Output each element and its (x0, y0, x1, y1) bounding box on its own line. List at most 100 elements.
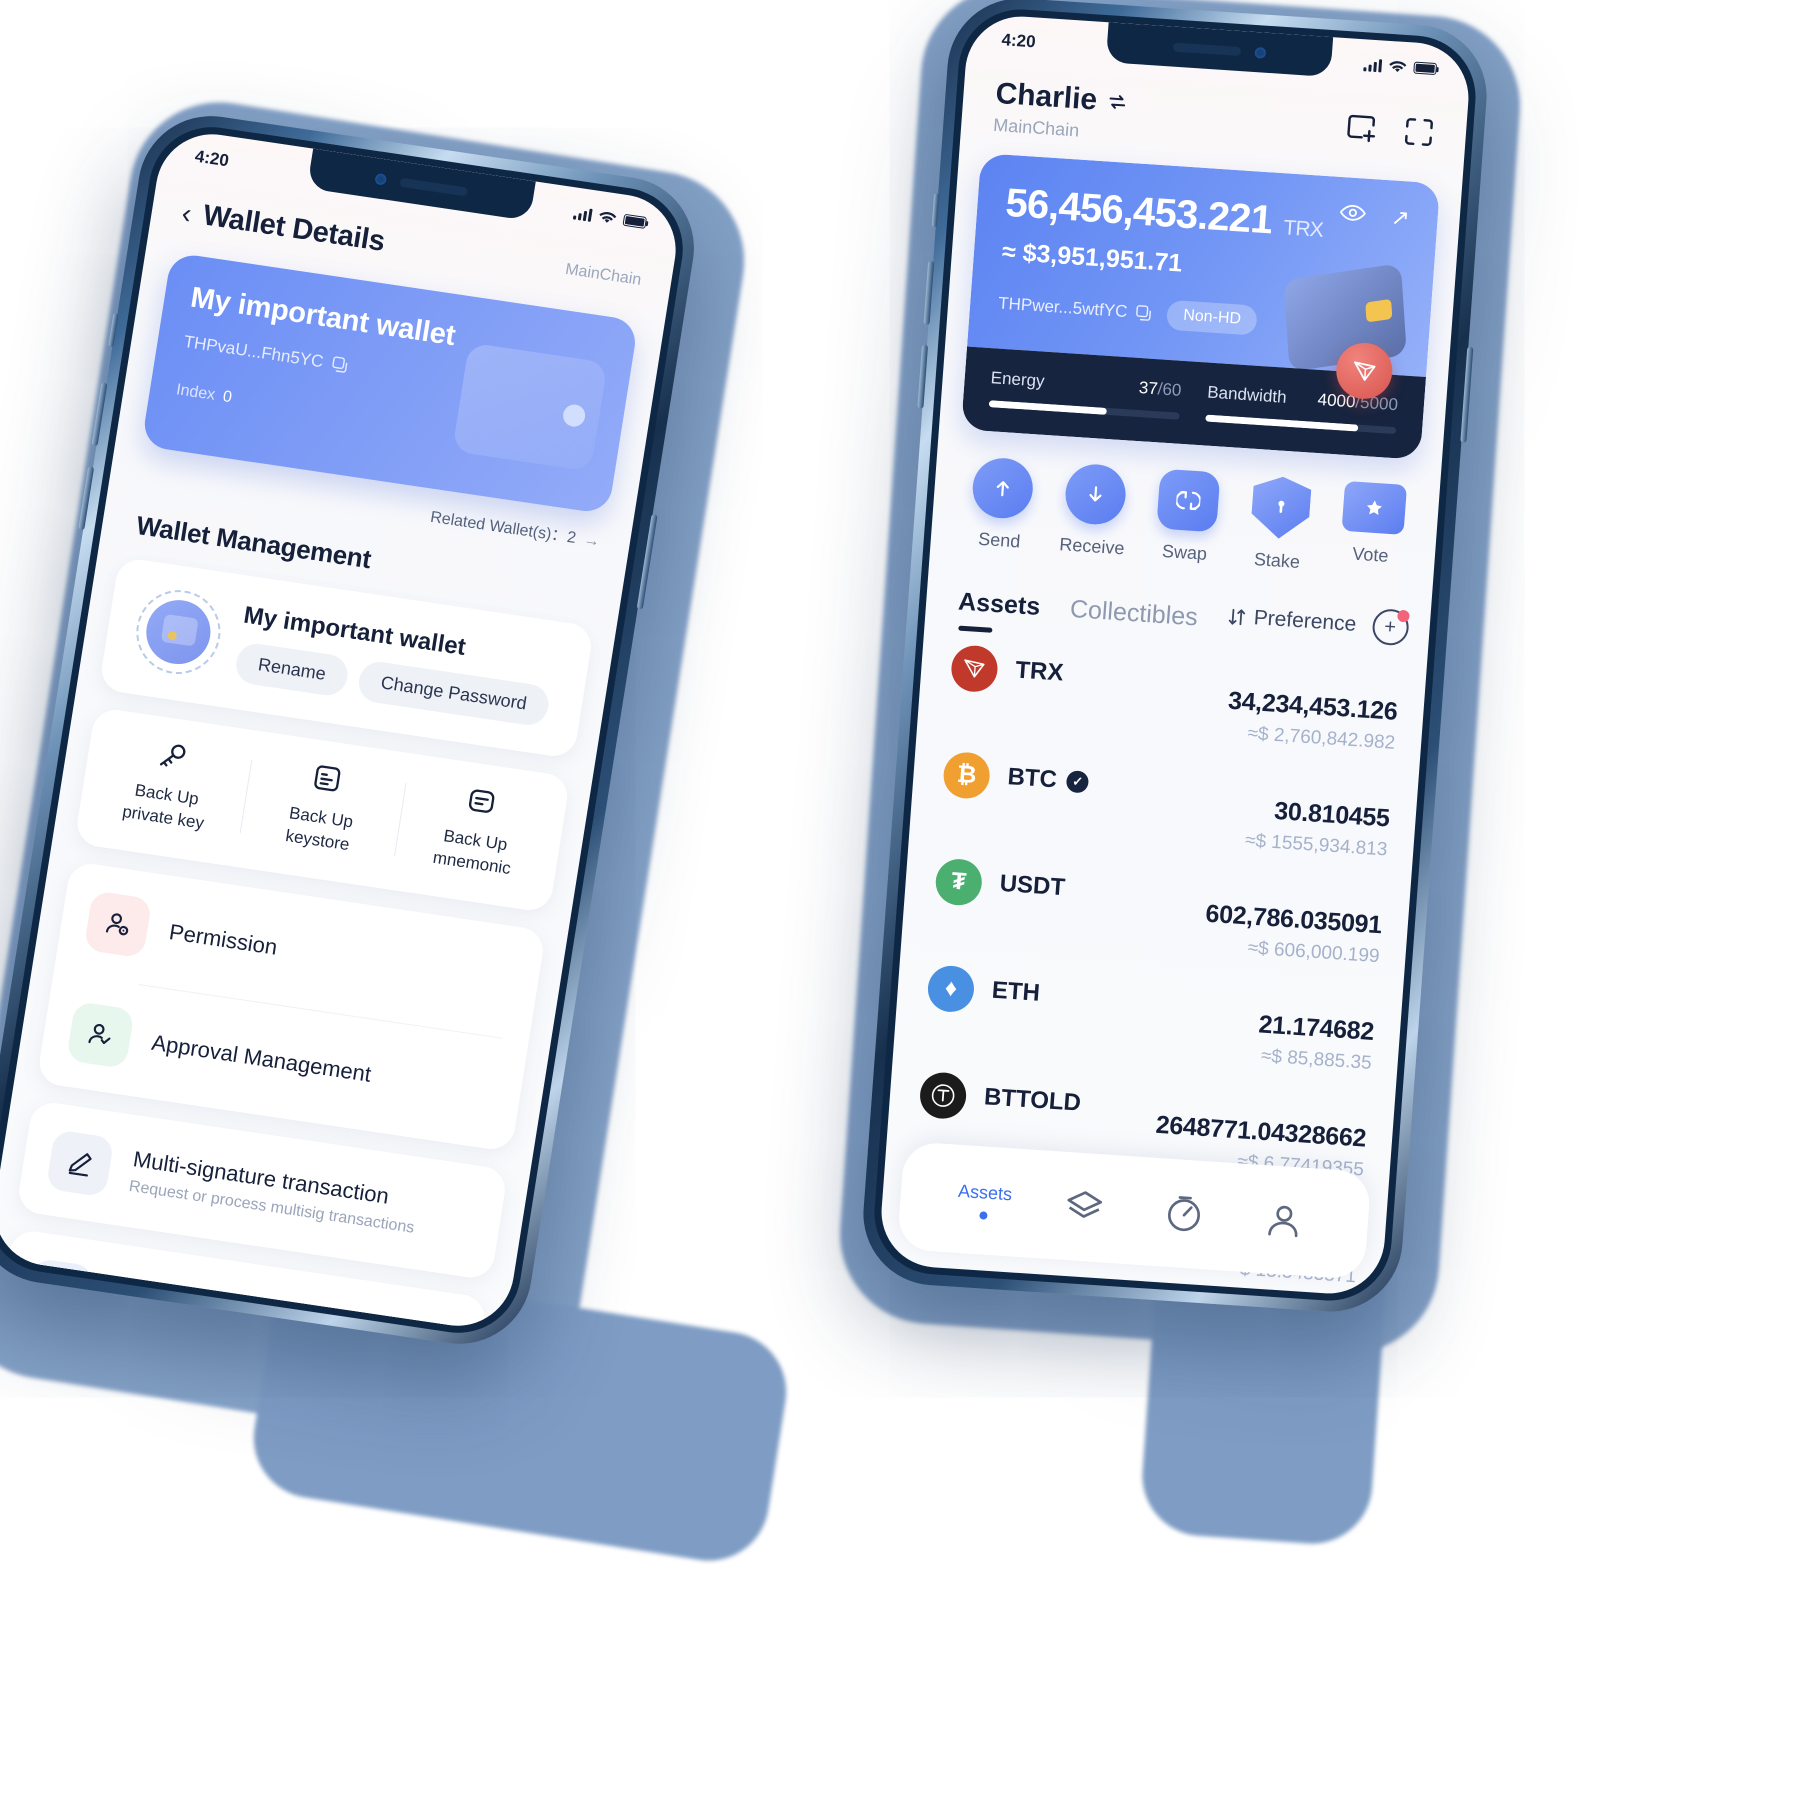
wallet-avatar-icon (130, 584, 227, 680)
approval-user-icon (66, 1000, 135, 1069)
balance-card: ↗ 56,456,453.221 TRX ≈ $3,951,951.71 THP… (960, 153, 1441, 460)
earpiece-speaker (399, 177, 469, 197)
pencil-icon (45, 1129, 115, 1198)
asset-symbol: BTC (1006, 763, 1058, 794)
add-wallet-icon[interactable] (1343, 110, 1379, 146)
permission-user-icon (83, 890, 153, 959)
profile-icon (1268, 1205, 1298, 1238)
tabbar-item-assets[interactable]: Assets (933, 1179, 1035, 1223)
copy-icon[interactable] (331, 355, 350, 374)
asset-usd: ≈$ 85,885.35 (1260, 1045, 1373, 1074)
menu-item-permission-label: Permission (167, 918, 280, 960)
bittorrent-coin-icon (918, 1071, 968, 1121)
ticket-star-icon (1341, 480, 1407, 535)
switch-account-icon[interactable] (1106, 91, 1127, 112)
status-time: 4:20 (193, 146, 231, 171)
menu-item-approval-management-label: Approval Management (149, 1029, 373, 1087)
wallet-index-value: 0 (221, 388, 234, 407)
right-phone-frame: 4:20 Charlie MainChain ↗ 56,456,453.221 … (858, 0, 1492, 1317)
eye-icon[interactable] (1339, 203, 1366, 223)
chain-label: MainChain (564, 260, 643, 289)
backup-private-key-label: Back Up private key (121, 780, 206, 833)
asset-symbol: TRX (1014, 656, 1065, 687)
asset-row-usdt[interactable]: ₮ USDT 602,786.035091 ≈$ 606,000.199 (932, 857, 1385, 968)
tabbar-item-profile[interactable] (1233, 1197, 1336, 1244)
sort-arrows-icon (1228, 608, 1245, 626)
tabbar-item-layers[interactable] (1033, 1184, 1136, 1231)
action-send[interactable]: Send (952, 455, 1052, 556)
action-send-label: Send (977, 528, 1022, 552)
right-phone-screen: 4:20 Charlie MainChain ↗ 56,456,453.221 … (877, 12, 1473, 1298)
action-vote-label: Vote (1351, 543, 1390, 566)
backup-keystore-label: Back Up keystore (284, 803, 355, 855)
action-receive-label: Receive (1058, 534, 1126, 559)
asset-row-btc[interactable]: ₿ BTC ✓ 30.810455 ≈$ 1555,934.813 (939, 750, 1392, 861)
arrow-up-icon (971, 456, 1036, 521)
scan-qr-icon[interactable] (1401, 114, 1437, 150)
backup-keystore-button[interactable]: Back Up keystore (238, 752, 406, 864)
signal-bars-icon (572, 206, 593, 222)
asset-amount: 34,234,453.126 (1227, 686, 1399, 726)
signal-bars-icon (1363, 58, 1383, 72)
asset-amount: 30.810455 (1273, 796, 1391, 833)
back-button[interactable]: ‹ (180, 197, 194, 229)
asset-usd: ≈$ 606,000.199 (1247, 937, 1381, 968)
wallet-index-label: Index (174, 381, 217, 404)
backup-mnemonic-button[interactable]: Back Up mnemonic (393, 775, 561, 887)
preference-label: Preference (1252, 606, 1358, 636)
battery-icon (1413, 61, 1438, 76)
shield-lock-icon (1250, 475, 1312, 541)
asset-symbol: BTTOLD (983, 1083, 1082, 1117)
bitcoin-coin-icon: ₿ (941, 750, 992, 800)
wallet-address: THPvaU...Fhn5YC (182, 331, 325, 372)
status-time: 4:20 (1000, 30, 1037, 52)
screenshot-stage: 4:20 ‹ Wallet Details MainChain My impor… (0, 0, 1800, 1800)
add-token-icon[interactable]: + (1370, 608, 1410, 647)
asset-row-eth[interactable]: ♦ ETH 21.174682 ≈$ 85,885.35 (924, 964, 1377, 1074)
tether-coin-icon: ₮ (934, 857, 984, 907)
backup-private-key-button[interactable]: Back Up private key (84, 729, 252, 841)
arrow-up-right-icon[interactable]: ↗ (1390, 204, 1410, 231)
wallet-card-art (452, 342, 608, 472)
chain-label: MainChain (992, 114, 1080, 141)
action-vote[interactable]: Vote (1322, 480, 1422, 581)
earpiece-speaker (1172, 42, 1242, 56)
bandwidth-progress (1205, 414, 1397, 435)
energy-label: Energy (990, 368, 1046, 391)
copy-icon[interactable] (1136, 304, 1154, 322)
energy-used: 37 (1138, 378, 1159, 399)
asset-row-trx[interactable]: TRX 34,234,453.126 ≈$ 2,760,842.982 (947, 644, 1400, 754)
key-icon (99, 730, 246, 781)
verified-check-icon: ✓ (1065, 770, 1090, 794)
page-title: Wallet Details (200, 199, 388, 258)
account-switcher[interactable]: Charlie (994, 77, 1128, 120)
preference-button[interactable]: Preference (1227, 604, 1357, 636)
action-swap-label: Swap (1161, 540, 1208, 564)
arrow-down-icon (1063, 462, 1128, 527)
asset-amount: 21.174682 (1257, 1010, 1375, 1046)
asset-symbol: ETH (990, 976, 1041, 1007)
front-camera-icon (1254, 46, 1267, 59)
explore-icon (1167, 1196, 1201, 1232)
layers-icon (1067, 1191, 1103, 1218)
balance-amount: 56,456,453.221 (1004, 180, 1274, 243)
account-address-row[interactable]: THPwer...5wtfYC (998, 294, 1155, 324)
tabbar-assets-label: Assets (957, 1180, 1013, 1204)
action-receive[interactable]: Receive (1045, 461, 1145, 562)
balance-unit: TRX (1282, 216, 1324, 242)
assets-page: Charlie MainChain ↗ 56,456,453.221 TRX ≈… (878, 13, 1473, 1297)
keystore-icon (254, 753, 401, 804)
action-stake[interactable]: Stake (1230, 474, 1330, 575)
tabbar-item-explore[interactable] (1133, 1191, 1236, 1238)
rename-button[interactable]: Rename (233, 640, 351, 698)
asset-usd: ≈$ 2,760,842.982 (1246, 723, 1396, 754)
mnemonic-icon (408, 776, 555, 827)
asset-usd: ≈$ 1555,934.813 (1244, 830, 1389, 861)
energy-resource[interactable]: Energy 37/60 (988, 368, 1182, 420)
tab-assets[interactable]: Assets (957, 588, 1041, 622)
right-phone-side-button-mute (931, 193, 940, 228)
tron-coin-icon (949, 644, 1000, 694)
swap-icon (1156, 468, 1221, 533)
action-swap[interactable]: Swap (1137, 468, 1237, 569)
hd-status-badge: Non-HD (1166, 299, 1259, 336)
